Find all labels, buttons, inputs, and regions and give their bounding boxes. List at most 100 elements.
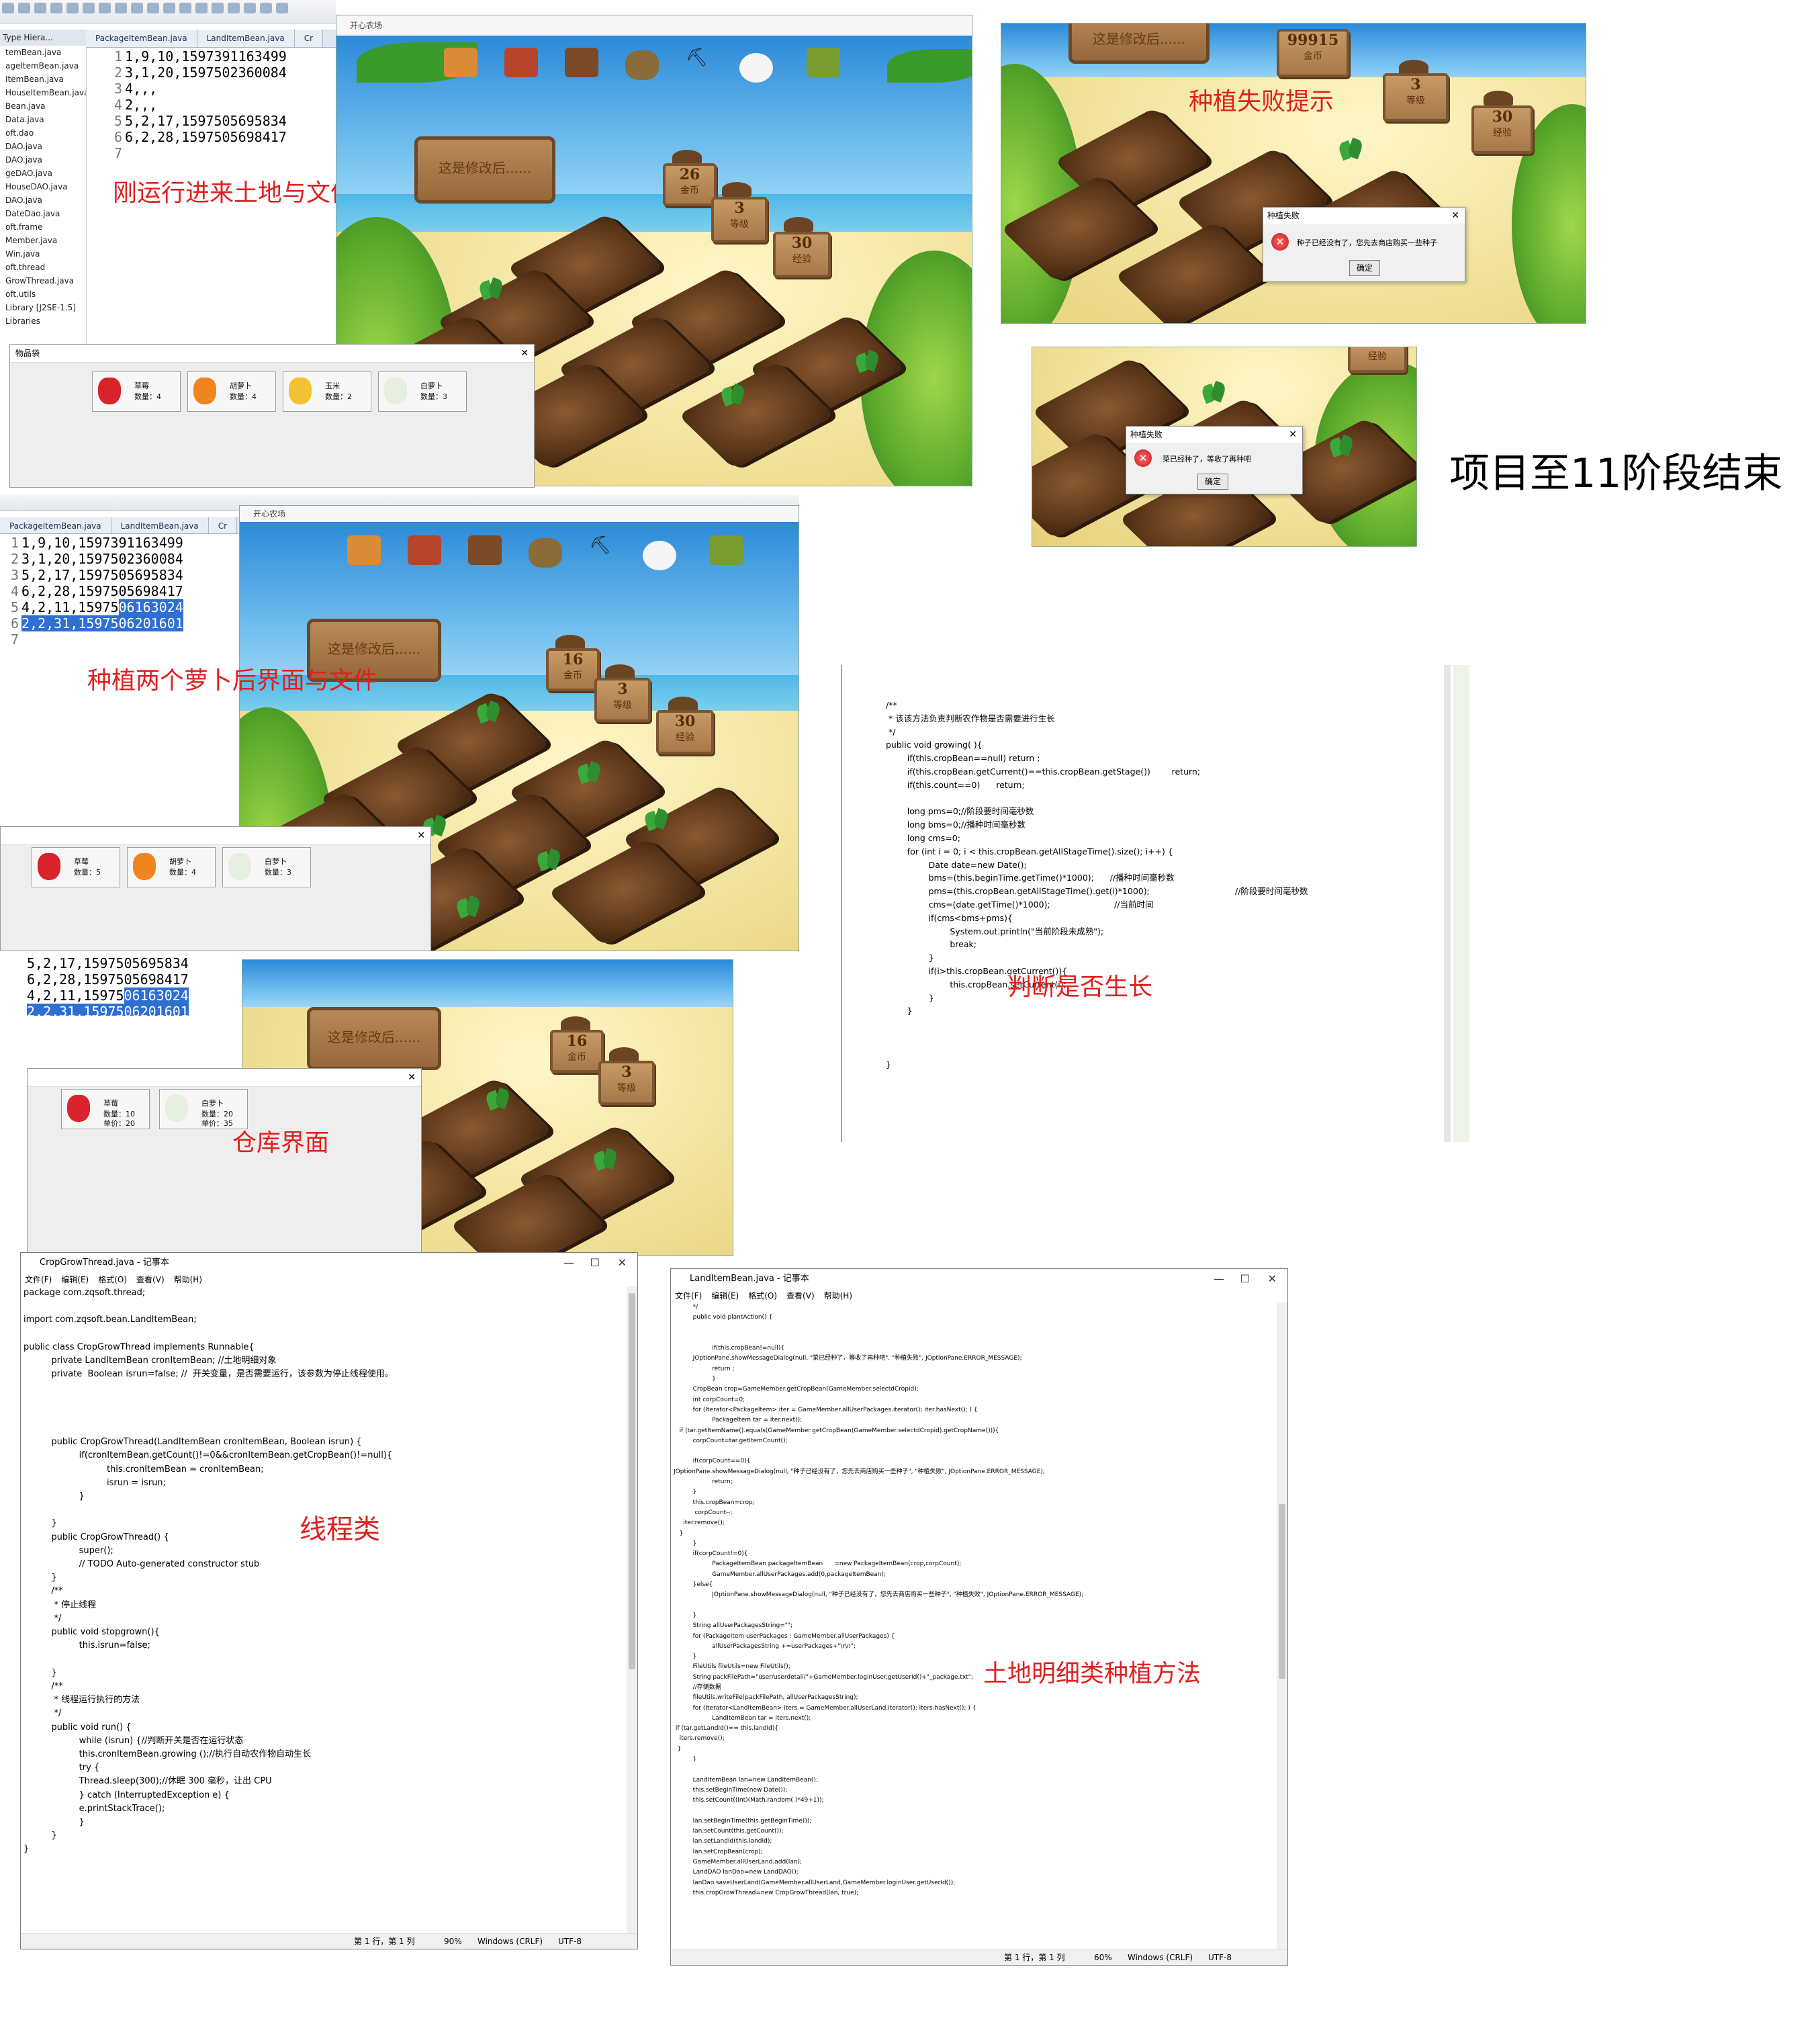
menu-format[interactable]: 格式(O) xyxy=(98,1275,127,1284)
tab-cr[interactable]: Cr xyxy=(294,30,324,47)
toolbar-icon[interactable] xyxy=(50,3,62,13)
vertical-scrollbar[interactable] xyxy=(627,1286,637,1934)
maximize-icon[interactable]: ☐ xyxy=(590,1253,600,1273)
tab-landitembean[interactable]: LandItemBean.java xyxy=(197,30,295,47)
inventory-item[interactable]: 白萝卜 数量：3 xyxy=(222,847,311,887)
tree-item[interactable]: Win.java xyxy=(3,247,86,261)
toolbar-icon[interactable] xyxy=(34,3,46,13)
notepad-text[interactable]: */ public void plantAction() { if(this.c… xyxy=(671,1303,1277,1950)
minimize-icon[interactable]: — xyxy=(1214,1269,1224,1289)
inventory-item[interactable]: 玉米 数量：2 xyxy=(283,371,371,412)
editor-low[interactable]: 5,2,17,1597505695834 6,2,28,1597505698417… xyxy=(27,955,242,1016)
toolbar-icon[interactable] xyxy=(244,3,256,13)
menu-edit[interactable]: 编辑(E) xyxy=(711,1291,739,1301)
menu-file[interactable]: 文件(F) xyxy=(25,1275,52,1284)
code-shot-scrollbar[interactable] xyxy=(1444,665,1451,1142)
seed-bag-icon[interactable] xyxy=(529,538,562,568)
tool-icon[interactable] xyxy=(347,535,381,565)
tree-item[interactable]: HouseItemBean.java xyxy=(3,86,86,99)
warehouse-icon[interactable] xyxy=(710,535,743,565)
ok-button[interactable]: 确定 xyxy=(1349,260,1380,276)
inventory-item[interactable]: 草莓 数量：5 xyxy=(32,847,120,887)
tree-item[interactable]: GrowThread.java xyxy=(3,274,86,288)
menu-format[interactable]: 格式(O) xyxy=(748,1291,777,1301)
editor-mid[interactable]: 1 1,9,10,1597391163499 2 3,1,20,15975023600… xyxy=(4,535,239,656)
toolbar-icon[interactable] xyxy=(131,3,143,13)
inventory-item[interactable]: 草莓 数量：10 单价：20 xyxy=(61,1089,150,1129)
close-icon[interactable]: ✕ xyxy=(1451,208,1459,224)
tab-packageitembean[interactable]: PackageItemBean.java xyxy=(86,30,197,47)
menu-view[interactable]: 查看(V) xyxy=(136,1275,165,1284)
inventory-item[interactable]: 草莓 数量：4 xyxy=(92,371,181,412)
toolbar-icon[interactable] xyxy=(18,3,30,13)
menu-help[interactable]: 帮助(H) xyxy=(824,1291,852,1301)
tree-item[interactable]: DAO.java xyxy=(3,153,86,167)
inventory-item[interactable]: 胡萝卜 数量：4 xyxy=(187,371,276,412)
menu-view[interactable]: 查看(V) xyxy=(786,1291,815,1301)
shovel-icon[interactable]: ⛏ xyxy=(686,48,719,77)
close-icon[interactable]: ✕ xyxy=(1289,427,1297,443)
tree-item[interactable]: Bean.java xyxy=(3,99,86,113)
tree-item[interactable]: Library [J2SE-1.5] xyxy=(3,301,86,314)
tree-item[interactable]: DAO.java xyxy=(3,140,86,153)
tab-cr[interactable]: Cr xyxy=(208,517,238,533)
shop-icon[interactable] xyxy=(408,535,441,565)
inventory-item[interactable]: 白萝卜 数量：3 xyxy=(378,371,467,412)
toolbar-icon[interactable] xyxy=(2,3,14,13)
tree-item[interactable]: geDAO.java xyxy=(3,167,86,180)
shop-icon[interactable] xyxy=(504,48,538,77)
code-line: 6 2,2,31,1597506201601 xyxy=(4,615,239,631)
editor-top[interactable]: 1 1,9,10,1597391163499 2 3,1,20,15975023600… xyxy=(107,48,336,169)
close-icon[interactable]: ✕ xyxy=(1268,1269,1277,1289)
house-icon[interactable] xyxy=(565,48,598,77)
tree-item[interactable]: oft.utils xyxy=(3,288,86,301)
toolbar-icon[interactable] xyxy=(99,3,111,13)
tree-item[interactable]: DateDao.java xyxy=(3,207,86,220)
toolbar-icon[interactable] xyxy=(163,3,175,13)
house-icon[interactable] xyxy=(468,535,502,565)
tree-item[interactable]: HouseDAO.java xyxy=(3,180,86,193)
item-name: 草莓 xyxy=(103,1099,118,1108)
tree-item[interactable]: Member.java xyxy=(3,234,86,247)
tree-item[interactable]: ItemBean.java xyxy=(3,73,86,86)
maximize-icon[interactable]: ☐ xyxy=(1240,1269,1250,1289)
glove-icon[interactable] xyxy=(739,53,773,83)
toolbar-icon[interactable] xyxy=(228,3,240,13)
tree-item[interactable]: oft.dao xyxy=(3,126,86,140)
vertical-scrollbar[interactable] xyxy=(1277,1303,1287,1950)
notepad-text[interactable]: package com.zqsoft.thread; import com.zq… xyxy=(21,1286,627,1934)
tree-item[interactable]: oft.thread xyxy=(3,261,86,274)
tree-item[interactable]: Data.java xyxy=(3,113,86,126)
toolbar-icon[interactable] xyxy=(147,3,159,13)
tab-packageitembean[interactable]: PackageItemBean.java xyxy=(0,517,111,533)
tree-item[interactable]: temBean.java xyxy=(3,46,86,59)
close-icon[interactable]: ✕ xyxy=(417,827,425,844)
tree-item[interactable]: oft.frame xyxy=(3,220,86,234)
tree-item[interactable]: Libraries xyxy=(3,314,86,328)
tab-landitembean[interactable]: LandItemBean.java xyxy=(111,517,209,533)
glove-icon[interactable] xyxy=(643,541,676,570)
seed-bag-icon[interactable] xyxy=(625,50,659,80)
toolbar-icon[interactable] xyxy=(66,3,79,13)
tree-item[interactable]: DAO.java xyxy=(3,193,86,207)
close-icon[interactable]: ✕ xyxy=(520,345,529,362)
close-icon[interactable]: ✕ xyxy=(408,1069,416,1086)
minimize-icon[interactable]: — xyxy=(563,1253,574,1273)
tool-icon[interactable] xyxy=(444,48,477,77)
inventory-item[interactable]: 胡萝卜 数量：4 xyxy=(127,847,216,887)
toolbar-icon[interactable] xyxy=(83,3,95,13)
menu-help[interactable]: 帮助(H) xyxy=(174,1275,202,1284)
menu-file[interactable]: 文件(F) xyxy=(675,1291,702,1301)
shovel-icon[interactable]: ⛏ xyxy=(589,535,623,565)
ok-button[interactable]: 确定 xyxy=(1197,474,1228,490)
close-icon[interactable]: ✕ xyxy=(618,1253,627,1273)
toolbar-icon[interactable] xyxy=(260,3,272,13)
toolbar-icon[interactable] xyxy=(276,3,288,13)
menu-edit[interactable]: 编辑(E) xyxy=(61,1275,89,1284)
toolbar-icon[interactable] xyxy=(115,3,127,13)
toolbar-icon[interactable] xyxy=(179,3,191,13)
warehouse-icon[interactable] xyxy=(807,48,840,77)
tree-item[interactable]: ageItemBean.java xyxy=(3,59,86,73)
toolbar-icon[interactable] xyxy=(195,3,208,13)
toolbar-icon[interactable] xyxy=(212,3,224,13)
